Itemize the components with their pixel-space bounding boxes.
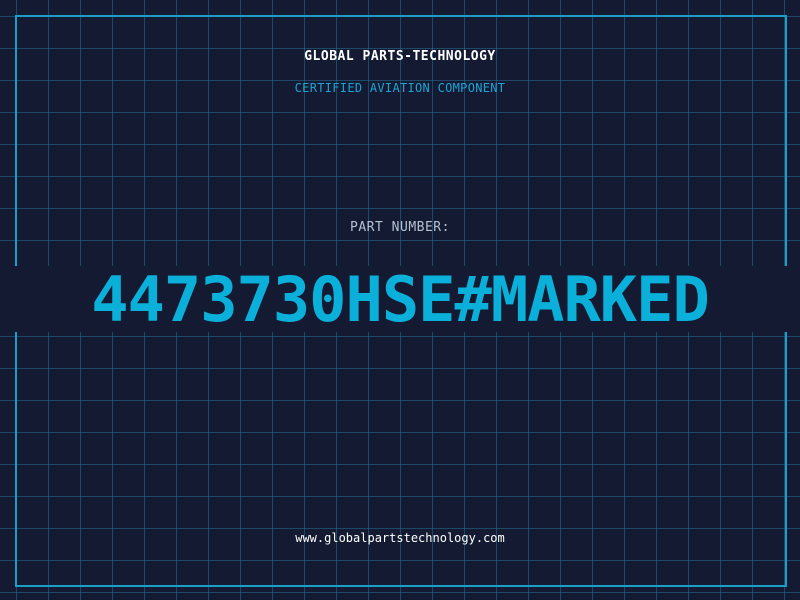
brand-title: GLOBAL PARTS-TECHNOLOGY	[304, 49, 496, 64]
website-url: www.globalpartstechnology.com	[295, 531, 505, 545]
part-number-value: 4473730HSE#MARKED	[91, 263, 710, 336]
certification-subtitle: CERTIFIED AVIATION COMPONENT	[294, 81, 506, 95]
part-number-label: PART NUMBER:	[350, 220, 450, 235]
